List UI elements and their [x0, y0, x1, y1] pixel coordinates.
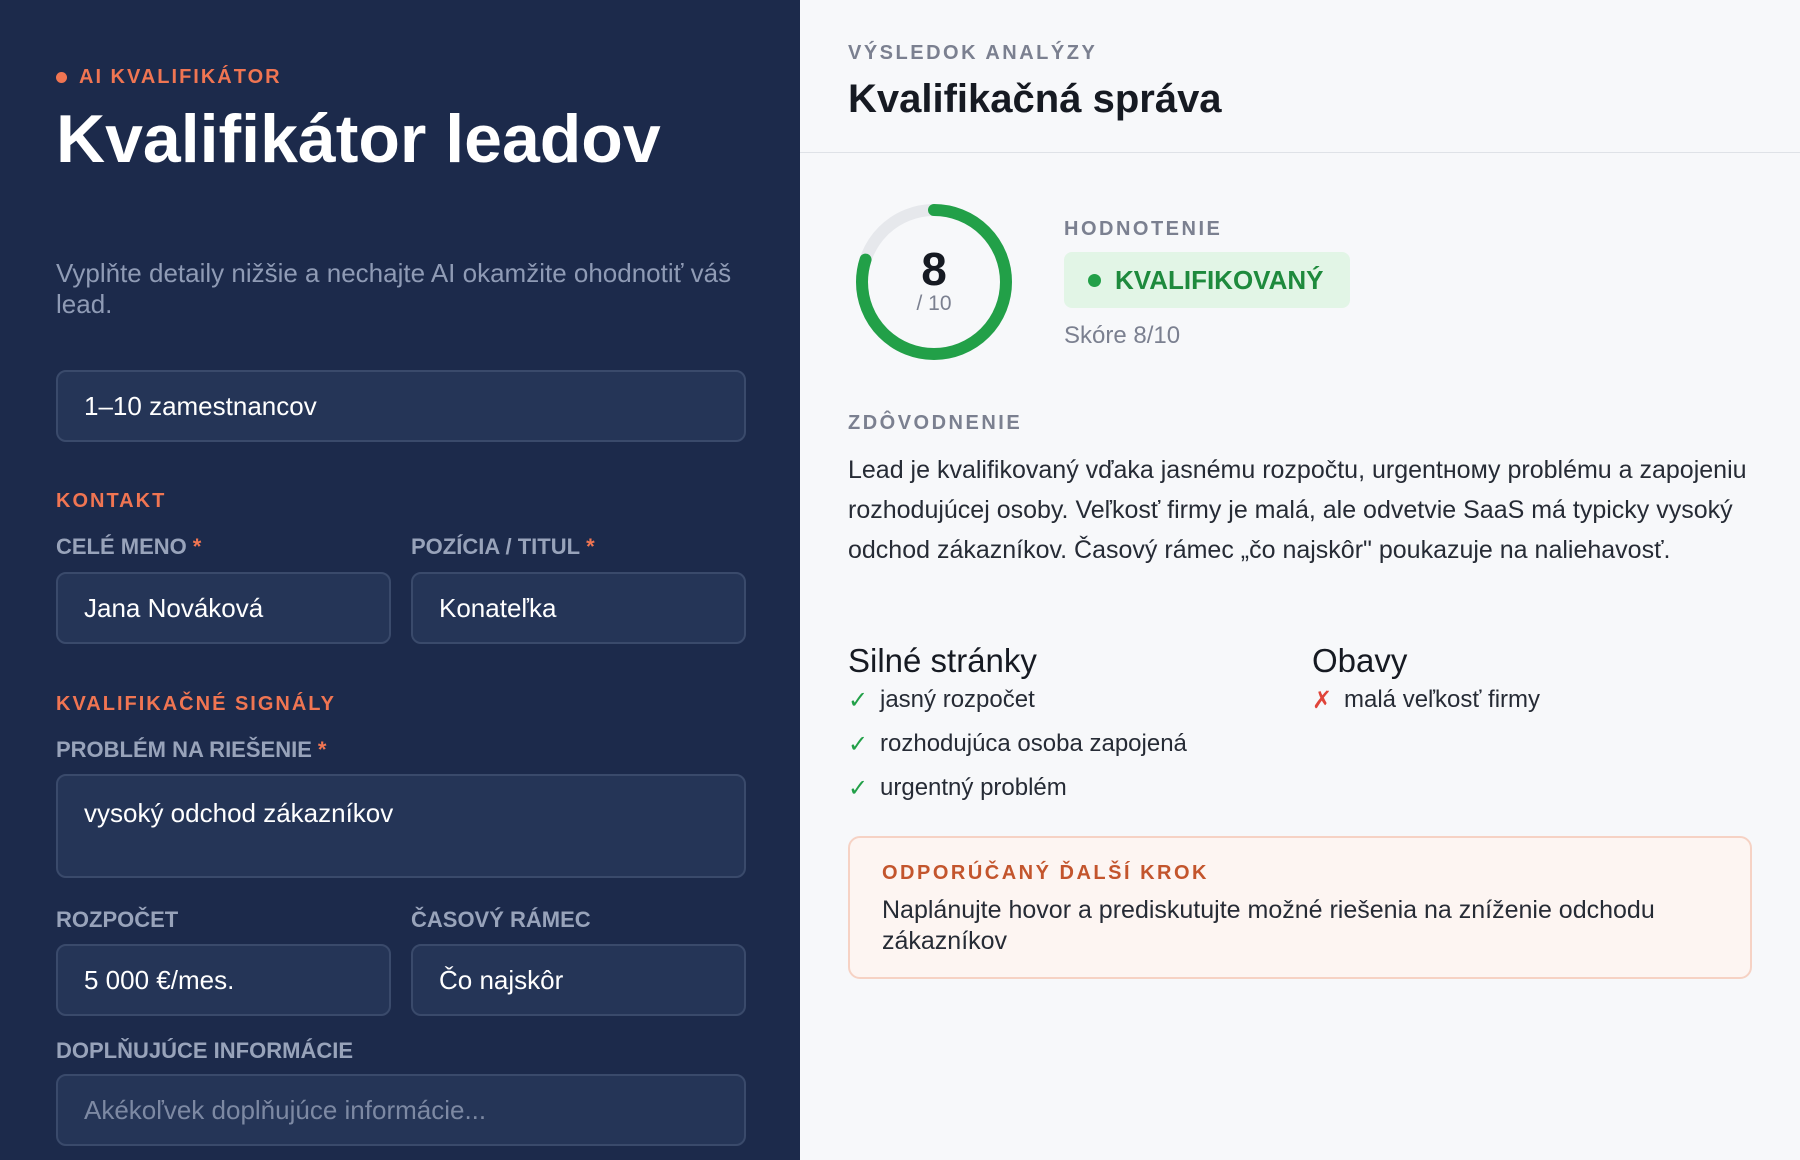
dot-icon — [56, 72, 67, 83]
problem-label-text: PROBLÉM NA RIEŠENIE — [56, 737, 312, 762]
strengths-title: Silné stránky — [848, 642, 1037, 679]
timeframe-label: ČASOVÝ RÁMEC — [411, 907, 591, 932]
name-label: CELÉ MENO * — [56, 534, 201, 560]
next-step-card: ODPORÚČANÝ ĎALŠÍ KROK Naplánujte hovor a… — [848, 836, 1752, 979]
strength-text: rozhodujúca osoba zapojená — [880, 730, 1187, 757]
score-denominator: / 10 — [916, 292, 952, 315]
next-step-text: Naplánujte hovor a prediskutujte možné r… — [882, 896, 1655, 955]
section-contact: KONTAKT — [56, 490, 167, 512]
position-value: Konateľka — [439, 592, 557, 623]
list-item: ✓ rozhodujúca osoba zapojená — [848, 722, 1187, 766]
cross-icon: ✗ — [1312, 686, 1333, 714]
company-size-field[interactable]: 1–10 zamestnancov — [56, 370, 746, 442]
name-value: Jana Nováková — [84, 592, 264, 623]
problem-textarea[interactable]: vysoký odchod zákazníkov — [56, 774, 746, 878]
position-input[interactable]: Konateľka — [411, 572, 746, 644]
check-icon: ✓ — [848, 730, 869, 758]
list-item: ✓ urgentný problém — [848, 766, 1187, 810]
rating-label: HODNOTENIE — [1064, 218, 1223, 240]
problem-value: vysoký odchod zákazníkov — [84, 798, 394, 828]
concerns-title: Obavy — [1312, 642, 1408, 679]
reason-label: ZDÔVODNENIE — [848, 412, 1023, 434]
reason-text: Lead je kvalifikovaný vďaka jasnému rozp… — [848, 456, 1747, 564]
form-eyebrow: AI KVALIFIKÁTOR — [56, 66, 282, 89]
required-mark: * — [317, 737, 327, 762]
budget-input[interactable]: 5 000 €/mes. — [56, 944, 391, 1016]
name-input[interactable]: Jana Nováková — [56, 572, 391, 644]
extra-label: DOPLŇUJÚCE INFORMÁCIE — [56, 1038, 354, 1063]
company-size-value: 1–10 zamestnancov — [84, 390, 317, 421]
strength-text: jasný rozpočet — [880, 686, 1035, 713]
timeframe-value: Čo najskôr — [439, 964, 564, 995]
problem-label: PROBLÉM NA RIEŠENIE * — [56, 737, 326, 763]
extra-placeholder: Akékoľvek doplňujúce informácie... — [84, 1094, 487, 1125]
strength-text: urgentný problém — [880, 774, 1067, 801]
list-item: ✗ malá veľkosť firmy — [1312, 678, 1540, 722]
name-label-text: CELÉ MENO — [56, 534, 187, 559]
next-step-label: ODPORÚČANÝ ĎALŠÍ KROK — [882, 862, 1209, 884]
form-panel: AI KVALIFIKÁTOR Kvalifikátor leadov Vypl… — [0, 0, 800, 1160]
page-subtitle: Vyplňte detaily nižšie a nechajte AI oka… — [56, 258, 732, 319]
budget-value: 5 000 €/mes. — [84, 964, 235, 995]
position-label-text: POZÍCIA / TITUL — [411, 534, 581, 559]
result-eyebrow: VÝSLEDOK ANALÝZY — [848, 42, 1098, 64]
section-signals: KVALIFIKAČNÉ SIGNÁLY — [56, 693, 337, 715]
score-number: 8 — [921, 243, 947, 295]
eyebrow-label: AI KVALIFIKÁTOR — [79, 66, 282, 88]
check-icon: ✓ — [848, 774, 869, 802]
status-dot-icon — [1088, 273, 1101, 287]
strengths-list: ✓ jasný rozpočet ✓ rozhodujúca osoba zapoj… — [848, 678, 1187, 810]
score-text: Skóre 8/10 — [1064, 322, 1181, 349]
timeframe-select[interactable]: Čo najskôr — [411, 944, 746, 1016]
result-panel: VÝSLEDOK ANALÝZY Kvalifikačná správa 8 /… — [800, 0, 1800, 1160]
page-title: Kvalifikátor leadov — [56, 101, 661, 177]
required-mark: * — [586, 534, 595, 559]
check-icon: ✓ — [848, 686, 869, 714]
budget-label: ROZPOČET — [56, 907, 179, 932]
result-header: VÝSLEDOK ANALÝZY Kvalifikačná správa — [800, 0, 1800, 153]
status-badge-text: KVALIFIKOVANÝ — [1115, 264, 1324, 295]
result-title: Kvalifikačná správa — [848, 77, 1222, 121]
extra-info-input[interactable]: Akékoľvek doplňujúce informácie... — [56, 1074, 746, 1146]
concern-text: malá veľkosť firmy — [1344, 686, 1541, 713]
concerns-list: ✗ malá veľkosť firmy — [1312, 678, 1540, 722]
list-item: ✓ jasný rozpočet — [848, 678, 1187, 722]
position-label: POZÍCIA / TITUL * — [411, 534, 595, 560]
required-mark: * — [192, 534, 202, 559]
status-badge: KVALIFIKOVANÝ — [1064, 252, 1350, 308]
